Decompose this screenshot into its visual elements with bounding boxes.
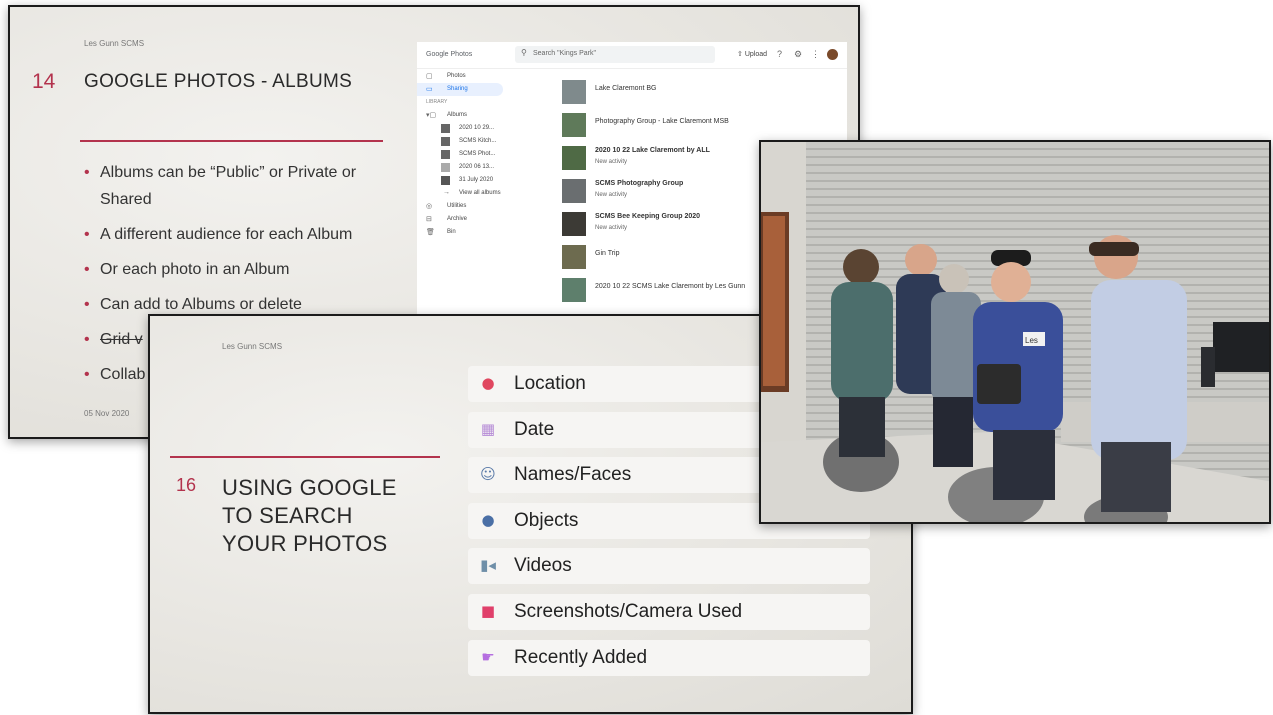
gp-sidebar: ▢ Photos ▭ Sharing LIBRARY ▾▢ Albums 2020 1… (417, 70, 547, 239)
sharing-icon: ▭ (426, 86, 433, 93)
gp-logo: Google Photos (426, 51, 473, 58)
avatar[interactable] (827, 49, 838, 60)
globe-object-icon: ● (481, 510, 495, 529)
slide-title: USING GOOGLE TO SEARCH YOUR PHOTOS (222, 475, 397, 556)
title-rule (170, 456, 440, 458)
hand-point-icon: ☛ (481, 647, 495, 666)
search-option-screenshots: ■ Screenshots/Camera Used (468, 593, 870, 630)
slide-date: 05 Nov 2020 (84, 409, 130, 418)
search-option-videos: ▮◂ Videos (468, 548, 870, 585)
sidebar-item-photos[interactable]: ▢ Photos (417, 70, 547, 83)
name-tag: Les (1025, 336, 1038, 345)
sidebar-album-item[interactable]: 2020 06 13... (417, 161, 547, 174)
slide-author: Les Gunn SCMS (84, 39, 145, 48)
arrow-right-icon: → (443, 189, 450, 196)
sidebar-item-utilities[interactable]: ◎ Utilities (417, 200, 547, 213)
bullet-item: • Or each photo in an Album (84, 261, 290, 278)
smiley-icon: ☺ (480, 465, 496, 484)
utilities-icon: ◎ (426, 203, 433, 210)
album-icon: ▾▢ (426, 112, 437, 119)
photo-icon: ▢ (426, 73, 433, 80)
calendar-icon: ▦ (480, 419, 496, 438)
sidebar-album-item[interactable]: 31 July 2020 (417, 174, 547, 187)
sidebar-item-bin[interactable]: 🗑 Bin (417, 226, 547, 239)
archive-icon: ⊟ (426, 216, 432, 223)
bin-icon: 🗑 (426, 229, 435, 236)
sidebar-item-archive[interactable]: ⊟ Archive (417, 213, 547, 226)
gp-upload-button[interactable]: ⇧ Upload (737, 50, 767, 58)
slide-number: 14 (32, 70, 56, 93)
sidebar-album-item[interactable]: SCMS Kitch... (417, 135, 547, 148)
sidebar-view-all-albums[interactable]: → View all albums (417, 187, 547, 200)
sidebar-item-albums[interactable]: ▾▢ Albums (417, 109, 547, 122)
sidebar-album-item[interactable]: SCMS Phot... (417, 148, 547, 161)
sidebar-heading-library: LIBRARY (426, 99, 448, 105)
shared-album-item[interactable]: Lake Claremont BG (557, 76, 847, 109)
video-camera-icon: ▮◂ (480, 556, 496, 575)
title-rule (80, 140, 383, 142)
shared-album-item[interactable]: Photography Group - Lake Claremont MSB (557, 109, 847, 142)
slide-title: GOOGLE PHOTOS - ALBUMS (84, 71, 353, 92)
gp-top-bar: Google Photos ⚲ Search "Kings Park" ⇧ Up… (417, 42, 847, 69)
slide-number: 16 (176, 475, 197, 495)
gp-search-input[interactable]: ⚲ Search "Kings Park" (515, 46, 715, 63)
camera-icon: ■ (480, 601, 496, 620)
group-photo: Les (759, 140, 1271, 524)
group-photo-illustration: Les (761, 142, 1269, 522)
help-icon[interactable]: ? (777, 49, 782, 59)
search-icon: ⚲ (521, 48, 527, 57)
search-option-recently-added: ☛ Recently Added (468, 639, 870, 676)
sidebar-item-sharing[interactable]: ▭ Sharing (417, 83, 503, 96)
globe-icon: ● (481, 374, 495, 392)
slide-author: Les Gunn SCMS (222, 342, 283, 351)
bullet-item: • Albums can be “Public” or Private or Sh… (84, 164, 357, 208)
settings-icon[interactable]: ⚙ (794, 49, 802, 60)
bullet-item: • A different audience for each Album (84, 226, 353, 243)
sidebar-album-item[interactable]: 2020 10 29... (417, 122, 547, 135)
apps-grid-icon[interactable]: ⋮ (811, 49, 820, 60)
